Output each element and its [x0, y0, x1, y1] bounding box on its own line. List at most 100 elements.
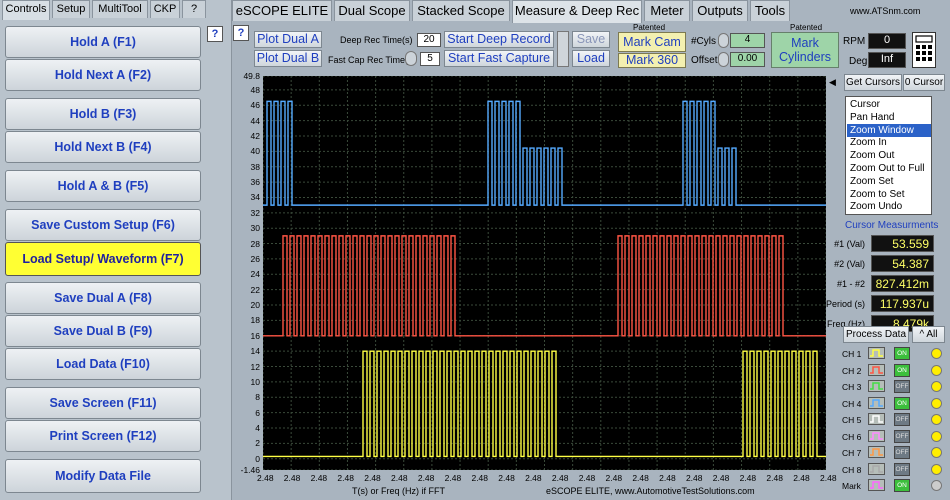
measurement-label: #1 (Val): [834, 239, 865, 249]
tab-tools[interactable]: Tools: [750, 0, 790, 21]
x-tick-label: 2.48: [685, 473, 703, 483]
channel-label: CH 6: [842, 431, 862, 442]
tab-meter[interactable]: Meter: [644, 0, 690, 21]
start-fast-capture-button[interactable]: Start Fast Capture: [444, 50, 554, 67]
print-screen-button[interactable]: Print Screen (F12): [5, 420, 201, 452]
fast-cap-rec-time-input[interactable]: 5: [420, 52, 440, 66]
tab-outputs[interactable]: Outputs: [692, 0, 748, 21]
cursor-menu-item[interactable]: Cursor: [847, 98, 931, 111]
tab-escope-elite[interactable]: eSCOPE ELITE: [232, 0, 332, 21]
mark-cam-button[interactable]: Mark Cam: [618, 32, 686, 52]
tab-setup[interactable]: Setup: [52, 0, 90, 18]
cursor-menu-item[interactable]: Zoom Set: [847, 175, 931, 188]
channel-toggle[interactable]: ON: [894, 479, 910, 492]
cursor-menu-item[interactable]: Zoom Out to Full: [847, 162, 931, 175]
x-tick-label: 2.48: [766, 473, 783, 483]
cursor-menu-item[interactable]: Zoom to Set: [847, 188, 931, 201]
channel-color-swatch[interactable]: [868, 446, 885, 458]
plot-dual-b-button[interactable]: Plot Dual B: [254, 50, 322, 67]
channel-label: CH 2: [842, 365, 862, 376]
x-tick-label: 2.48: [257, 473, 274, 483]
cursor-menu-item[interactable]: Pan Hand: [847, 111, 931, 124]
mark-360-button[interactable]: Mark 360: [618, 53, 686, 68]
deep-rec-time-input[interactable]: 20: [417, 33, 441, 47]
y-tick-label: 14: [250, 346, 260, 357]
y-tick-label: 10: [250, 376, 260, 387]
hold-next-b-button[interactable]: Hold Next B (F4): [5, 131, 201, 163]
hold-b-button[interactable]: Hold B (F3): [5, 98, 201, 130]
save-custom-setup-button[interactable]: Save Custom Setup (F6): [5, 209, 201, 241]
save-dual-a-button[interactable]: Save Dual A (F8): [5, 282, 201, 314]
channel-toggle[interactable]: ON: [894, 396, 910, 410]
x-tick-label: 2.48: [525, 473, 542, 483]
hold-a-button[interactable]: Hold A (F1): [5, 26, 201, 58]
record-mode-switch[interactable]: [557, 31, 569, 67]
patented-label-2: Patented: [790, 23, 823, 32]
channel-color-swatch[interactable]: [868, 429, 885, 442]
channel-toggle[interactable]: ON: [894, 363, 910, 377]
start-deep-record-button[interactable]: Start Deep Record: [444, 31, 554, 48]
zero-cursor-button[interactable]: 0 Cursor: [903, 74, 945, 91]
channel-color-swatch[interactable]: [868, 462, 885, 475]
save-screen-button[interactable]: Save Screen (F11): [5, 387, 201, 419]
channel-color-swatch[interactable]: [868, 363, 885, 376]
save-dual-b-button[interactable]: Save Dual B (F9): [5, 315, 201, 347]
process-data-button[interactable]: Process Data: [843, 326, 909, 343]
cyls-stepper[interactable]: [718, 33, 729, 48]
offset-input[interactable]: 0.00: [730, 52, 765, 67]
channel-led: [931, 463, 942, 475]
offset-stepper[interactable]: [718, 52, 729, 67]
load-button[interactable]: Load: [572, 50, 610, 67]
fast-cap-stepper[interactable]: [405, 51, 417, 66]
toolbar-help-button[interactable]: ?: [233, 25, 249, 41]
plot-dual-a-button[interactable]: Plot Dual A: [254, 31, 322, 48]
tab-ckp[interactable]: CKP: [150, 0, 180, 18]
cyls-input[interactable]: 4: [730, 33, 765, 48]
x-tick-label: 2.48: [337, 473, 354, 483]
tab-dual-scope[interactable]: Dual Scope: [334, 0, 410, 21]
mark-cylinders-button[interactable]: Mark Cylinders: [771, 32, 839, 68]
channel-color-swatch[interactable]: [868, 396, 885, 409]
tab-measure-deep-rec[interactable]: Measure & Deep Rec: [512, 0, 642, 23]
channel-toggle[interactable]: OFF: [894, 380, 910, 393]
x-tick-label: 2.48: [659, 473, 676, 483]
load-setup-waveform-button[interactable]: Load Setup/ Waveform (F7): [5, 242, 201, 276]
hold-next-a-button[interactable]: Hold Next A (F2): [5, 59, 201, 91]
load-data-button[interactable]: Load Data (F10): [5, 348, 201, 380]
waveform-chart[interactable]: [263, 76, 826, 470]
get-cursors-button[interactable]: Get Cursors: [844, 74, 902, 91]
tab-help[interactable]: ?: [182, 0, 206, 18]
x-tick-label: 2.48: [793, 473, 810, 483]
save-button[interactable]: Save: [572, 31, 610, 48]
x-tick-label: 2.48: [283, 473, 301, 483]
tab-multitool[interactable]: MultiTool: [92, 0, 148, 18]
left-help-button[interactable]: ?: [207, 26, 223, 42]
x-tick-label: 2.48: [391, 473, 408, 483]
channel-toggle[interactable]: OFF: [894, 413, 910, 426]
cursor-menu-item[interactable]: Zoom In: [847, 136, 931, 149]
tab-controls[interactable]: Controls: [2, 0, 50, 20]
y-tick-label: 30: [250, 223, 260, 234]
channel-toggle[interactable]: OFF: [894, 446, 910, 459]
all-channels-button[interactable]: ^ All: [912, 326, 945, 343]
rpm-display: 0: [868, 33, 906, 49]
cursor-menu-item[interactable]: Zoom Out: [847, 149, 931, 162]
channel-toggle[interactable]: OFF: [894, 462, 910, 476]
modify-data-file-button[interactable]: Modify Data File: [5, 459, 201, 493]
tab-stacked-scope[interactable]: Stacked Scope: [412, 0, 510, 21]
channel-color-swatch[interactable]: [868, 347, 885, 359]
channel-color-swatch[interactable]: [868, 479, 885, 491]
y-tick-label: 20: [250, 300, 260, 311]
y-tick-label: 40: [250, 146, 260, 157]
channel-toggle[interactable]: OFF: [894, 429, 910, 443]
measurement-label: #2 (Val): [834, 259, 865, 269]
hold-a-and-b-button[interactable]: Hold A & B (F5): [5, 170, 201, 202]
cursor-menu-item[interactable]: Zoom Window: [847, 123, 931, 137]
cursor-menu-item[interactable]: Zoom Undo: [847, 200, 931, 213]
channel-toggle[interactable]: ON: [894, 347, 910, 360]
channel-label: CH 4: [842, 398, 862, 409]
fast-cap-rec-time-label: Fast Cap Rec Time(s): [328, 55, 416, 65]
channel-color-swatch[interactable]: [868, 380, 885, 392]
channel-color-swatch[interactable]: [868, 413, 885, 425]
calculator-icon[interactable]: [912, 32, 936, 68]
